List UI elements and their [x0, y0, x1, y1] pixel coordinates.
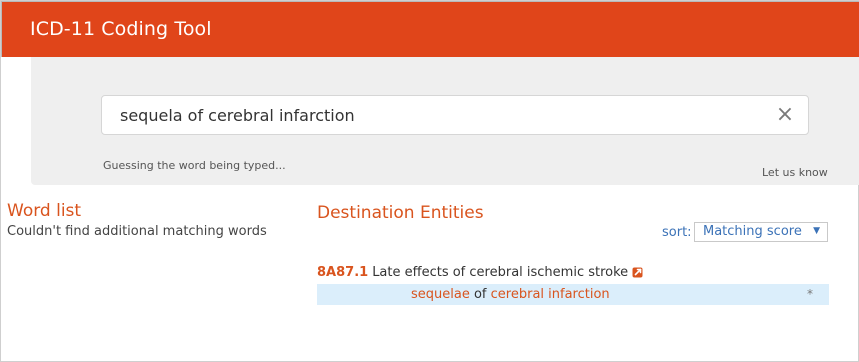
search-panel: × Guessing the word being typed... Let u…	[31, 57, 859, 185]
destination-entities-title: Destination Entities	[317, 203, 484, 223]
sort-selected-value: Matching score	[703, 224, 802, 239]
result-title[interactable]: Late effects of cerebral ischemic stroke	[372, 265, 628, 280]
result-row[interactable]: 8A87.1 Late effects of cerebral ischemic …	[317, 261, 644, 281]
match-highlight: sequelae	[411, 287, 470, 302]
app-title: ICD-11 Coding Tool	[30, 18, 212, 40]
match-row[interactable]: sequelae of cerebral infarction *	[317, 284, 829, 305]
match-text: sequelae of cerebral infarction	[411, 287, 610, 302]
chevron-down-icon: ▼	[813, 226, 820, 236]
sort-select[interactable]: Matching score ▼	[694, 222, 828, 242]
word-list-message: Couldn't find additional matching words	[7, 224, 267, 239]
word-list-title: Word list	[7, 201, 82, 221]
search-input[interactable]	[102, 96, 762, 134]
search-box: ×	[101, 95, 809, 135]
sort-label: sort:	[662, 225, 692, 240]
match-marker: *	[807, 287, 813, 301]
external-link-icon[interactable]	[632, 266, 644, 278]
close-x-icon[interactable]: ×	[774, 102, 796, 128]
result-code[interactable]: 8A87.1	[317, 265, 368, 280]
feedback-link[interactable]: Let us know	[762, 166, 828, 179]
app-frame: ICD-11 Coding Tool × Guessing the word b…	[0, 0, 859, 362]
app-header: ICD-11 Coding Tool	[1, 1, 859, 57]
search-hint: Guessing the word being typed...	[103, 159, 286, 172]
match-highlight: cerebral infarction	[490, 287, 610, 302]
match-connector: of	[469, 287, 491, 302]
